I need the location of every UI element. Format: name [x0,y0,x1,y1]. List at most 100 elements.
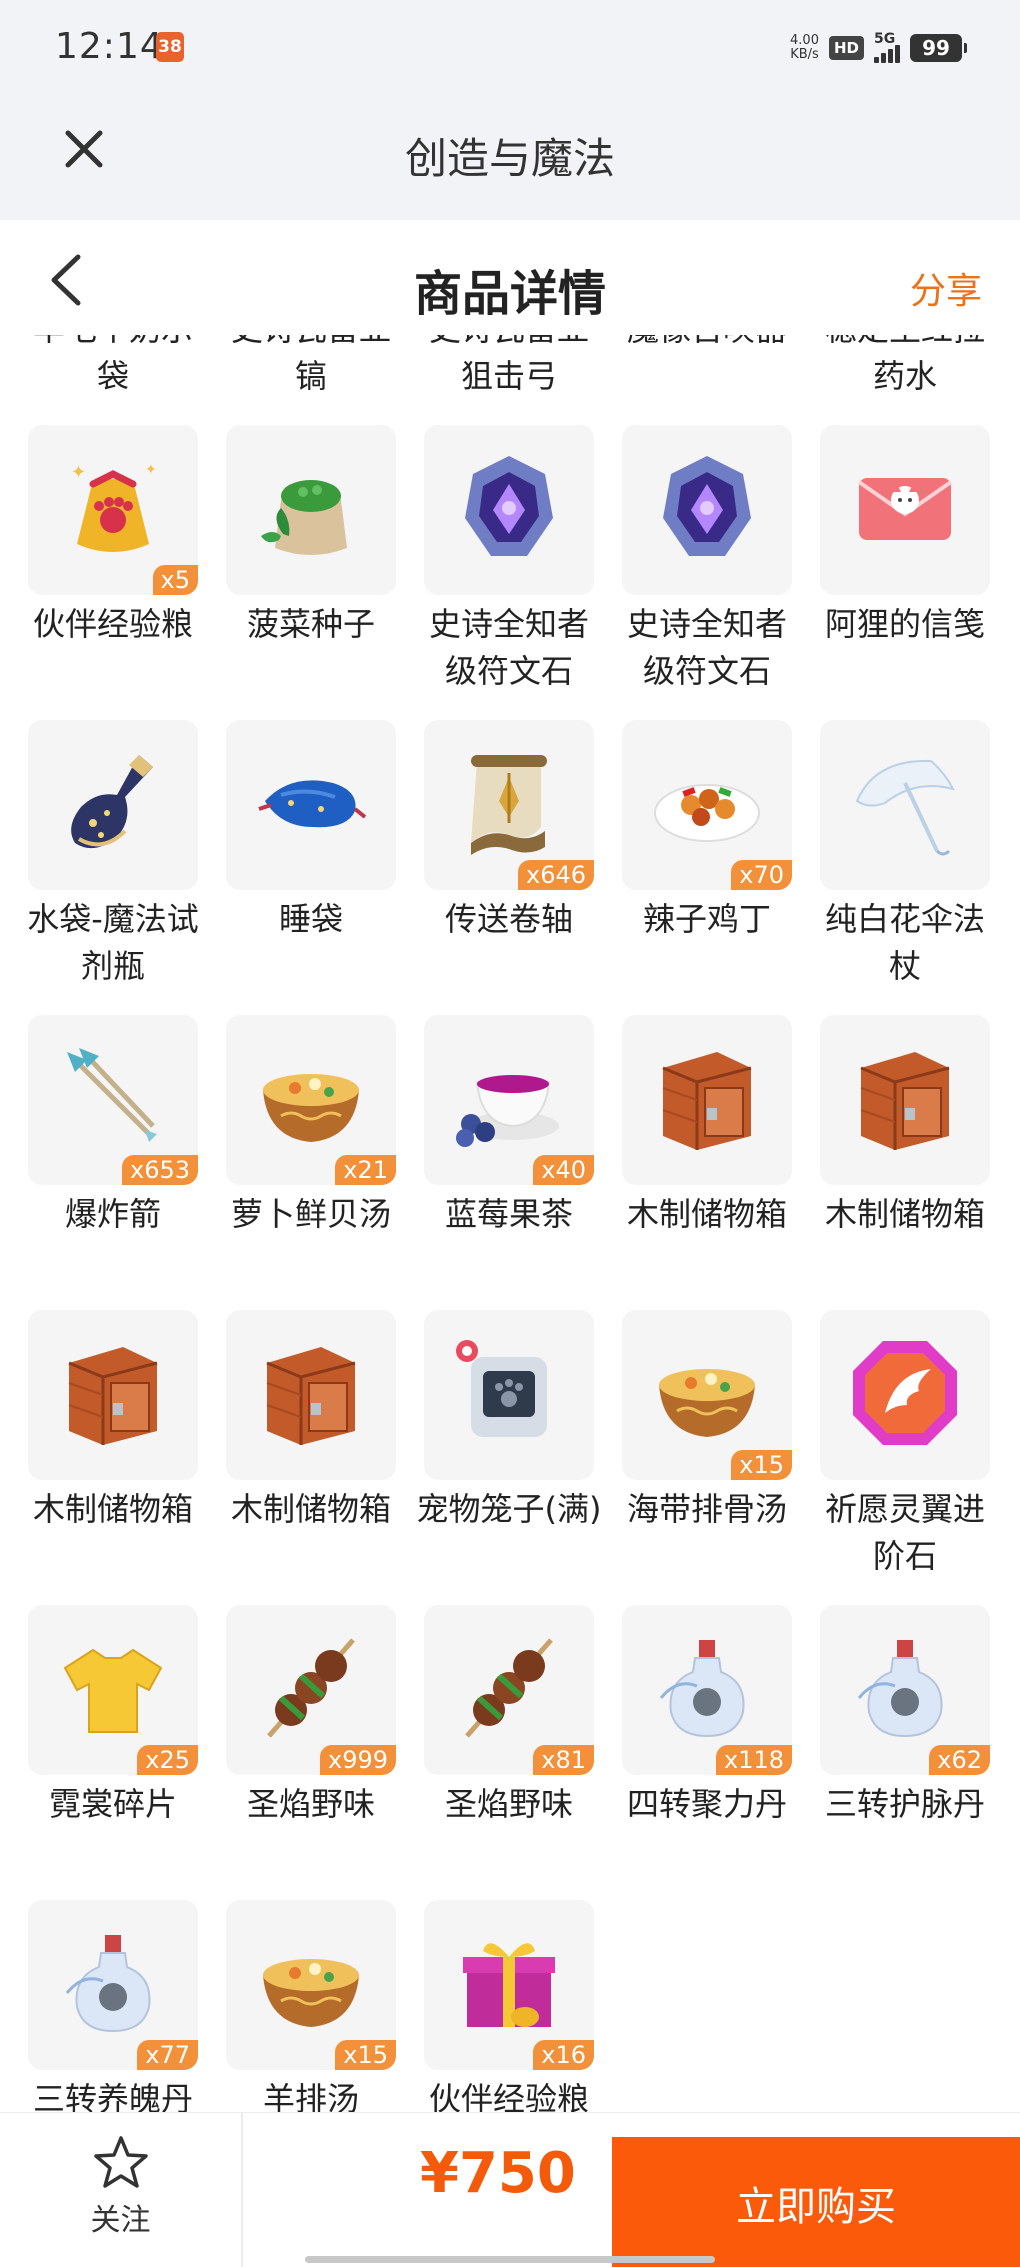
product-thumbnail: x646 [424,720,594,890]
product-thumbnail [226,425,396,595]
sleeping-bag-icon [251,743,371,867]
hd-icon: HD [828,36,864,60]
product-item[interactable]: x16 伙伴经验粮礼包 [410,1900,608,2112]
product-thumbnail [28,1310,198,1480]
home-indicator[interactable] [305,2256,715,2263]
product-item[interactable]: 宠物笼子(满) [410,1310,608,1605]
signal-icon: 5G [874,31,900,63]
product-item[interactable]: x118 四转聚力丹 [608,1605,806,1900]
product-item[interactable]: x646 传送卷轴 [410,720,608,1015]
product-item[interactable]: 水袋-魔法试剂瓶 [14,720,212,1015]
product-name: 魔像召唤器 [612,335,802,353]
follow-button[interactable]: 关注 [0,2113,243,2267]
product-name: 史诗瓦雷亚镐 [231,335,391,395]
skewer-icon [449,1628,569,1752]
product-item[interactable]: x40 蓝莓果茶 [410,1015,608,1310]
soup-icon [251,1038,371,1162]
umbrella-icon [845,743,965,867]
product-item[interactable]: x999 圣焰野味 [212,1605,410,1900]
product-item[interactable]: 木制储物箱 [806,1015,1004,1310]
product-name: 三转护脉丹 [824,1785,985,1823]
product-thumbnail: x25 [28,1605,198,1775]
product-thumbnail [622,1015,792,1185]
product-name: 史诗全知者级符文石 [428,605,589,690]
product-thumbnail [820,1015,990,1185]
wooden-box-icon [251,1333,371,1457]
product-thumbnail [226,1310,396,1480]
product-item[interactable]: x15 羊排汤 [212,1900,410,2112]
wooden-box-icon [845,1038,965,1162]
product-item[interactable]: x21 萝卜鲜贝汤 [212,1015,410,1310]
product-item[interactable]: 羊毛牛奶示袋 [14,335,212,425]
product-item[interactable]: x70 辣子鸡丁 [608,720,806,1015]
product-item[interactable]: x15 海带排骨汤 [608,1310,806,1605]
product-item[interactable]: 史诗全知者级符文石 [410,425,608,720]
product-thumbnail: ✦ ✦ x5 [28,425,198,595]
network-speed-unit: KB/s [790,47,819,62]
product-item[interactable]: 魔像召唤器 [608,335,806,425]
notification-app-icon: 38 [156,32,184,62]
item-list-scroll[interactable]: 羊毛牛奶示袋史诗瓦雷亚镐史诗瓦雷亚狙击弓魔像召唤器 稳定生红拉药水 ✦✦x5伙伴经验… [0,335,1020,2112]
soup-icon [251,1923,371,2047]
product-thumbnail [820,1310,990,1480]
item-grid-wrap: 羊毛牛奶示袋史诗瓦雷亚镐史诗瓦雷亚狙击弓魔像召唤器 稳定生红拉药水 ✦✦x5伙伴经验… [0,335,1020,2112]
product-item[interactable]: x77 三转养魄丹 [14,1900,212,2112]
elixir-bottle-icon [845,1628,965,1752]
dish-icon [647,743,767,867]
product-item[interactable]: 纯白花伞法杖 [806,720,1004,1015]
quantity-badge: x40 [533,1155,594,1185]
product-name: 羊毛牛奶示袋 [33,335,193,395]
product-item[interactable]: 史诗瓦雷亚镐 [212,335,410,425]
product-name: 木制储物箱 [626,1195,787,1233]
product-item[interactable]: 史诗瓦雷亚狙击弓 [410,335,608,425]
product-item[interactable]: 木制储物箱 [14,1310,212,1605]
product-thumbnail: x118 [622,1605,792,1775]
quantity-badge: x118 [715,1745,792,1775]
product-name: 睡袋 [278,900,343,938]
product-name: 祈愿灵翼进阶石 [824,1490,985,1575]
buy-now-button[interactable]: 立即购买 [612,2137,1020,2267]
gift-box-icon [449,1923,569,2047]
product-item[interactable]: x62 三转护脉丹 [806,1605,1004,1900]
product-thumbnail: x77 [28,1900,198,2070]
product-thumbnail: x15 [622,1310,792,1480]
quantity-badge: x5 [152,565,198,595]
product-name: 稳定生红拉药水 [825,335,985,395]
product-item[interactable]: 祈愿灵翼进阶石 [806,1310,1004,1605]
product-thumbnail [820,720,990,890]
app-header: 创造与魔法 [0,95,1020,220]
product-item[interactable]: x653 爆炸箭 [14,1015,212,1310]
share-button[interactable]: 分享 [910,262,982,314]
product-item[interactable]: 菠菜种子 [212,425,410,720]
product-item[interactable]: 阿狸的信笺 [806,425,1004,720]
product-thumbnail: x21 [226,1015,396,1185]
product-item[interactable]: 木制储物箱 [608,1015,806,1310]
skewer-icon [251,1628,371,1752]
product-thumbnail: x81 [424,1605,594,1775]
product-name: 传送卷轴 [444,900,573,938]
product-item[interactable]: x81 圣焰野味 [410,1605,608,1900]
product-thumbnail [820,425,990,595]
quantity-badge: x21 [335,1155,396,1185]
quantity-badge: x15 [731,1450,792,1480]
pet-cage-icon [449,1333,569,1457]
quantity-badge: x25 [137,1745,198,1775]
product-item[interactable]: ✦ ✦ x5 伙伴经验粮 [14,425,212,720]
quantity-badge: x70 [731,860,792,890]
letter-icon [845,448,965,572]
product-thumbnail: x70 [622,720,792,890]
product-name: 霓裳碎片 [48,1785,177,1823]
product-item[interactable]: 睡袋 [212,720,410,1015]
product-thumbnail: x999 [226,1605,396,1775]
product-item[interactable]: 稳定生红拉药水 [806,335,1004,425]
product-name: 辣子鸡丁 [642,900,771,938]
battery-icon: 99 [910,34,967,62]
quantity-badge: x999 [319,1745,396,1775]
product-thumbnail [424,1310,594,1480]
product-item[interactable]: 木制储物箱 [212,1310,410,1605]
product-name: 羊排汤 [262,2080,359,2112]
product-thumbnail [28,720,198,890]
product-name: 圣焰野味 [444,1785,573,1823]
product-item[interactable]: 史诗全知者级符文石 [608,425,806,720]
product-item[interactable]: x25 霓裳碎片 [14,1605,212,1900]
